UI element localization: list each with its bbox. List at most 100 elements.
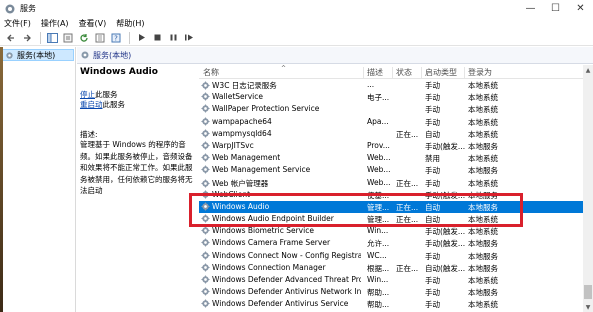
scroll-up-icon[interactable]: ▲: [583, 65, 593, 75]
minimize-button[interactable]: —: [518, 0, 543, 17]
service-startup-type: 自动: [425, 129, 440, 139]
service-name-cell: Web Management Service: [201, 165, 361, 174]
selected-service-title: Windows Audio: [80, 67, 158, 77]
service-logon-as: 本地系统: [468, 227, 498, 237]
menu-view[interactable]: 查看(V): [79, 18, 107, 29]
gear-icon: [201, 263, 210, 272]
forward-button[interactable]: [20, 31, 34, 45]
table-row[interactable]: WallPaper Protection Service 手动 本地系统: [199, 103, 593, 115]
stop-service-link[interactable]: 停止: [80, 90, 95, 99]
close-button[interactable]: ✕: [568, 0, 593, 17]
console-tree: 服务(本地): [0, 47, 76, 312]
show-console-tree-button[interactable]: [45, 31, 59, 45]
table-row[interactable]: Windows Biometric Service Win... 手动(触发... 本…: [199, 225, 593, 237]
service-description: 管理...: [367, 202, 390, 212]
service-logon-as: 本地系统: [468, 215, 498, 225]
service-logon-as: 本地服务: [468, 141, 498, 151]
gear-icon: [201, 92, 210, 101]
service-name: Windows Camera Frame Server: [212, 238, 331, 248]
gear-icon: [201, 153, 210, 162]
back-arrow-icon: [7, 34, 14, 41]
gear-icon: [201, 178, 210, 188]
service-status: 正在...: [396, 263, 419, 273]
table-row[interactable]: Windows Defender Antivirus Service 帮助... 手…: [199, 298, 593, 310]
description-text: 管理基于 Windows 的程序的音频。如果此服务被停止，音频设备和效果将不能正…: [80, 140, 193, 195]
scroll-down-icon[interactable]: ▼: [583, 302, 593, 312]
menu-help[interactable]: 帮助(H): [116, 18, 144, 29]
table-row[interactable]: Windows Defender Antivirus Network Ins..…: [199, 286, 593, 298]
description-pane: Windows Audio 停止此服务 重启动此服务 描述: 管理基于 Wind…: [77, 65, 198, 312]
service-startup-type: 手动: [425, 276, 440, 285]
maximize-button[interactable]: ☐: [543, 0, 568, 17]
restart-service-link[interactable]: 重启动: [80, 100, 103, 109]
service-name: Windows Defender Antivirus Network Ins..…: [212, 287, 361, 297]
table-row[interactable]: Windows Audio Endpoint Builder 管理... 正在...…: [199, 213, 593, 225]
service-logon-as: 本地系统: [468, 81, 498, 90]
table-row[interactable]: WalletService 电子... 手动 本地系统: [199, 91, 593, 103]
table-row[interactable]: Windows Camera Frame Server 允许... 手动(触发...…: [199, 237, 593, 249]
tree-item-services-local[interactable]: 服务(本地): [2, 49, 74, 61]
gear-icon: [201, 104, 210, 113]
service-description: Web...: [367, 177, 391, 187]
service-name-cell: Web Management: [201, 153, 361, 162]
properties-icon: [63, 33, 73, 42]
properties-button[interactable]: [61, 31, 75, 45]
service-name: Windows Defender Antivirus Service: [212, 299, 349, 309]
table-row[interactable]: Web 帐户管理器 Web... 正在... 手动 本地系统: [199, 177, 593, 189]
pause-service-button[interactable]: [166, 31, 180, 45]
table-row[interactable]: Windows Defender Advanced Threat Prot...…: [199, 274, 593, 286]
column-header-name[interactable]: 名称 ^: [203, 65, 363, 78]
table-row[interactable]: WebClient 使基... 手动(触发... 本地服务: [199, 189, 593, 201]
help-button[interactable]: ?: [109, 31, 123, 45]
service-logon-as: 本地服务: [468, 251, 498, 261]
gear-icon: [201, 251, 210, 260]
table-row[interactable]: Web Management Service Web... 手动 本地服务: [199, 164, 593, 176]
table-row[interactable]: Windows Audio 管理... 正在... 自动 本地服务: [199, 200, 593, 214]
column-header-description[interactable]: 描述: [363, 67, 392, 78]
table-row[interactable]: Windows Connection Manager 根据... 正在... 自动(触…: [199, 262, 593, 274]
scrollbar-thumb[interactable]: [584, 285, 592, 299]
service-name-cell: WallPaper Protection Service: [201, 104, 361, 113]
table-row[interactable]: Windows Connect Now - Config Registrar WC…: [199, 250, 593, 262]
column-header-startup-type[interactable]: 启动类型: [421, 67, 464, 78]
table-row[interactable]: WarpJITSvc Prov... 手动(触发... 本地服务: [199, 140, 593, 152]
gear-icon: [201, 202, 210, 211]
service-name: Web Management: [212, 153, 281, 163]
service-name: W3C 日志记录服务: [212, 81, 277, 90]
table-body: W3C 日志记录服务... 手动 本地系统 WalletService 电子... 手动本…: [199, 79, 593, 311]
table-header: 名称 ^ 描述 状态 启动类型 登录为: [199, 65, 593, 79]
service-startup-type: 手动: [425, 117, 440, 127]
service-name: WalletService: [212, 92, 263, 102]
service-name: Windows Audio: [212, 201, 270, 211]
service-logon-as: 本地服务: [468, 263, 498, 273]
restart-service-button[interactable]: [182, 31, 196, 45]
service-description: ...: [367, 80, 375, 89]
toolbar-separator: [40, 31, 41, 44]
service-description: WC...: [367, 250, 387, 260]
gear-icon: [201, 214, 210, 223]
service-description: Win...: [367, 275, 389, 284]
table-row[interactable]: wampmysqld64 正在... 自动 本地系统: [199, 128, 593, 140]
table-row[interactable]: Web Management Web... 禁用 本地系统: [199, 152, 593, 164]
services-list: 名称 ^ 描述 状态 启动类型 登录为 W3C 日志记录服务... 手动 本地系统 W…: [199, 65, 593, 312]
export-button[interactable]: [93, 31, 107, 45]
service-startup-type: 手动(触发...: [425, 239, 465, 249]
gear-icon: [201, 141, 210, 150]
service-description: 使基...: [367, 190, 390, 200]
column-header-logon-as[interactable]: 登录为: [464, 67, 509, 78]
refresh-button[interactable]: [77, 31, 91, 45]
start-service-button[interactable]: [134, 31, 148, 45]
table-row[interactable]: wampapache64 Apa... 手动 本地系统: [199, 116, 593, 128]
stop-service-button[interactable]: [150, 31, 164, 45]
service-name-cell: Windows Biometric Service: [201, 226, 361, 235]
column-header-status[interactable]: 状态: [392, 67, 421, 78]
service-startup-type: 自动: [425, 202, 440, 212]
service-name-cell: WalletService: [201, 92, 361, 101]
gear-icon: [201, 190, 210, 199]
pause-icon: [170, 34, 176, 41]
menu-action[interactable]: 操作(A): [41, 18, 69, 29]
table-row[interactable]: W3C 日志记录服务... 手动 本地系统: [199, 79, 593, 91]
back-button[interactable]: [4, 31, 18, 45]
vertical-scrollbar[interactable]: ▲ ▼: [583, 65, 593, 312]
menu-file[interactable]: 文件(F): [4, 18, 31, 29]
